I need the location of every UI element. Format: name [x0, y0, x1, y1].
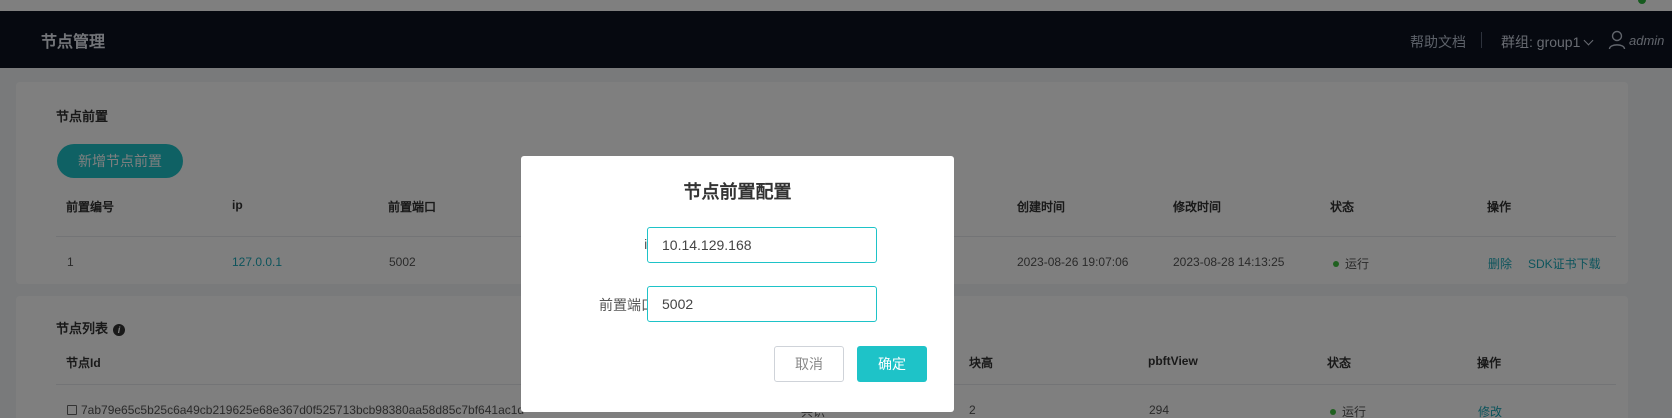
ip-label: ip — [575, 236, 655, 252]
front-config-dialog: 节点前置配置 ip 10.14.129.168 前置端口 5002 取消 确定 — [521, 156, 954, 412]
dialog-title: 节点前置配置 — [683, 182, 792, 202]
ip-input[interactable]: 10.14.129.168 — [647, 227, 877, 263]
confirm-button[interactable]: 确定 — [857, 346, 927, 382]
port-label: 前置端口 — [599, 297, 655, 313]
port-input[interactable]: 5002 — [647, 286, 877, 322]
cancel-button[interactable]: 取消 — [774, 346, 844, 382]
